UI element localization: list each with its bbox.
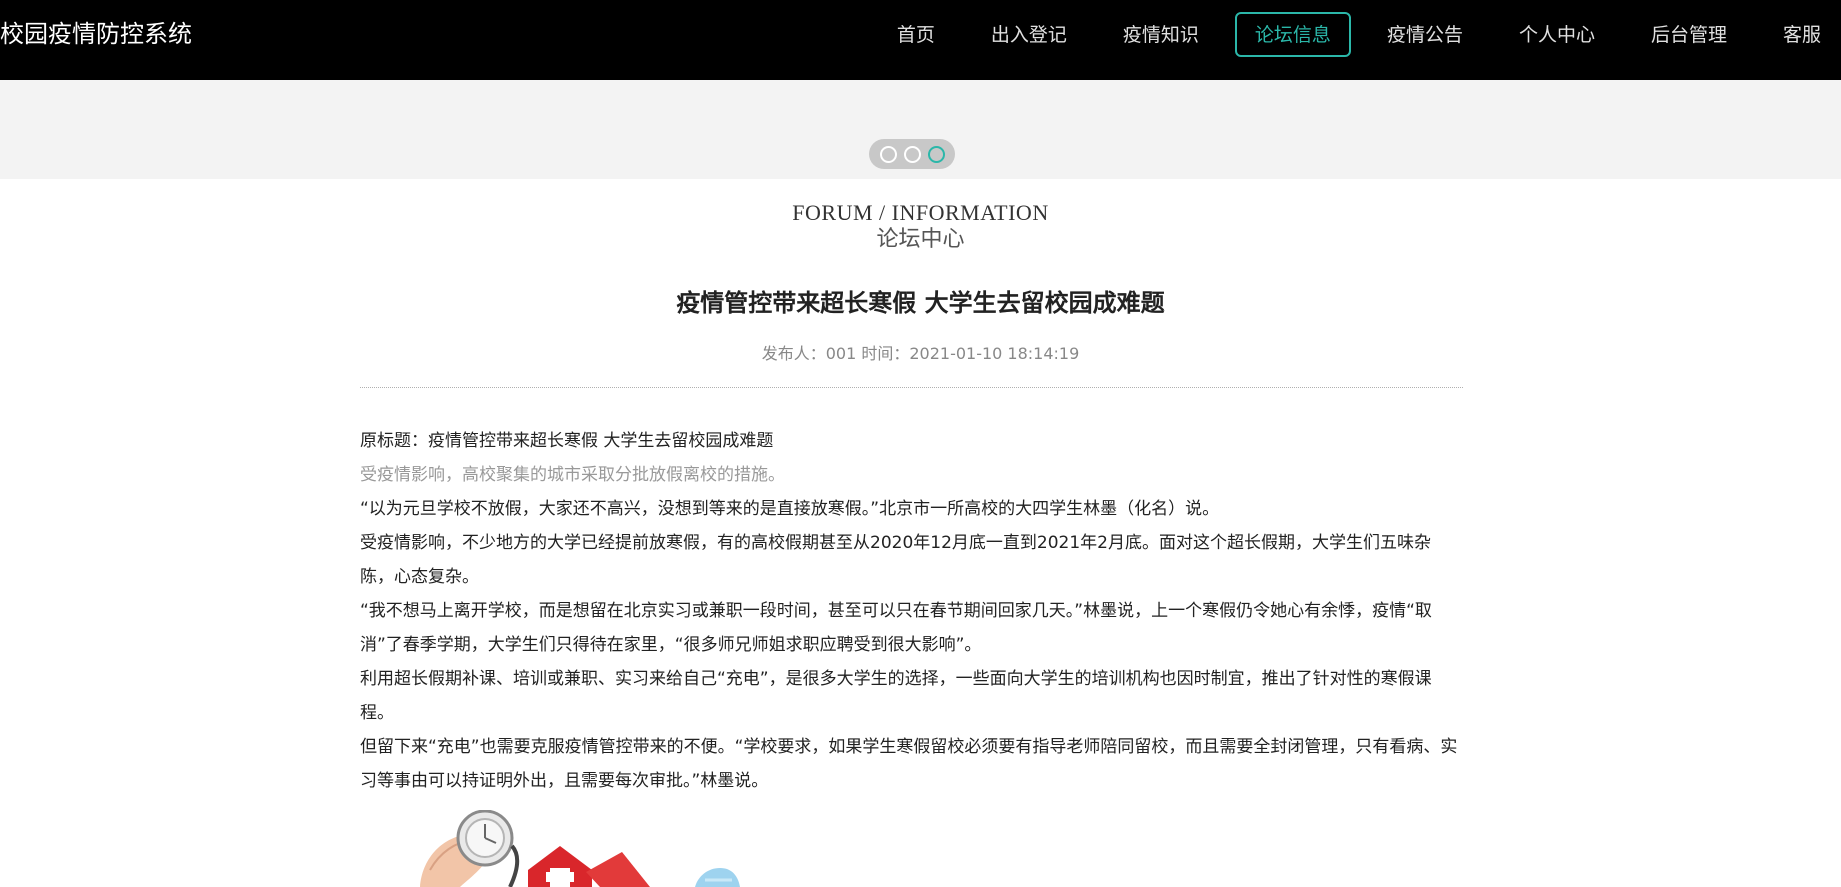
main-nav: 首页 出入登记 疫情知识 论坛信息 疫情公告 个人中心 后台管理 客服 xyxy=(861,12,1841,57)
nav-item-entry-registration[interactable]: 出入登记 xyxy=(971,12,1087,57)
article-title: 疫情管控带来超长寒假 大学生去留校园成难题 xyxy=(676,289,1165,317)
nav-item-personal-center[interactable]: 个人中心 xyxy=(1499,12,1615,57)
article-meta: 发布人：001 时间：2021-01-10 18:14:19 xyxy=(0,340,1841,368)
publisher-value: 001 xyxy=(825,344,857,363)
article-paragraph: 受疫情影响，不少地方的大学已经提前放寒假，有的高校假期甚至从2020年12月底一… xyxy=(360,533,1431,587)
article-image xyxy=(360,810,810,887)
section-title-en: FORUM / INFORMATION xyxy=(792,200,1049,225)
section-heading: FORUM / INFORMATION 论坛中心 xyxy=(0,199,1841,252)
article-paragraph: “我不想马上离开学校，而是想留在北京实习或兼职一段时间，甚至可以只在春节期间回家… xyxy=(360,601,1432,655)
nav-item-admin[interactable]: 后台管理 xyxy=(1631,12,1747,57)
article-paragraph: 但留下来“充电”也需要克服疫情管控带来的不便。“学校要求，如果学生寒假留校必须要… xyxy=(360,737,1458,791)
publisher-label: 发布人： xyxy=(761,344,826,363)
divider xyxy=(360,387,1463,388)
article-paragraph: 利用超长假期补课、培训或兼职、实习来给自己“充电”，是很多大学生的选择，一些面向… xyxy=(360,669,1432,723)
carousel-dot-3[interactable] xyxy=(927,145,945,163)
article-paragraph: 原标题：疫情管控带来超长寒假 大学生去留校园成难题 xyxy=(360,431,774,451)
nav-item-customer-service[interactable]: 客服 xyxy=(1763,12,1841,57)
site-title[interactable]: 校园疫情防控系统 xyxy=(0,0,192,68)
medical-illustration xyxy=(420,810,740,887)
carousel-dot-1[interactable] xyxy=(879,145,897,163)
nav-item-epidemic-knowledge[interactable]: 疫情知识 xyxy=(1103,12,1219,57)
nav-item-announcements[interactable]: 疫情公告 xyxy=(1367,12,1483,57)
section-title-cn: 论坛中心 xyxy=(876,226,965,251)
nav-item-home[interactable]: 首页 xyxy=(877,12,955,57)
carousel-indicators xyxy=(869,139,955,169)
carousel-dot-2[interactable] xyxy=(903,145,921,163)
time-value: 2021-01-10 18:14:19 xyxy=(909,344,1080,363)
top-navigation-bar: 校园疫情防控系统 首页 出入登记 疫情知识 论坛信息 疫情公告 个人中心 后台管… xyxy=(0,0,1841,80)
article-body: 原标题：疫情管控带来超长寒假 大学生去留校园成难题 受疫情影响，高校聚集的城市采… xyxy=(360,424,1463,798)
article-paragraph: “以为元旦学校不放假，大家还不高兴，没想到等来的是直接放寒假。”北京市一所高校的… xyxy=(360,499,1220,519)
article-paragraph: 受疫情影响，高校聚集的城市采取分批放假离校的措施。 xyxy=(360,465,785,485)
time-label: 时间： xyxy=(861,344,910,363)
nav-item-forum[interactable]: 论坛信息 xyxy=(1234,12,1351,57)
